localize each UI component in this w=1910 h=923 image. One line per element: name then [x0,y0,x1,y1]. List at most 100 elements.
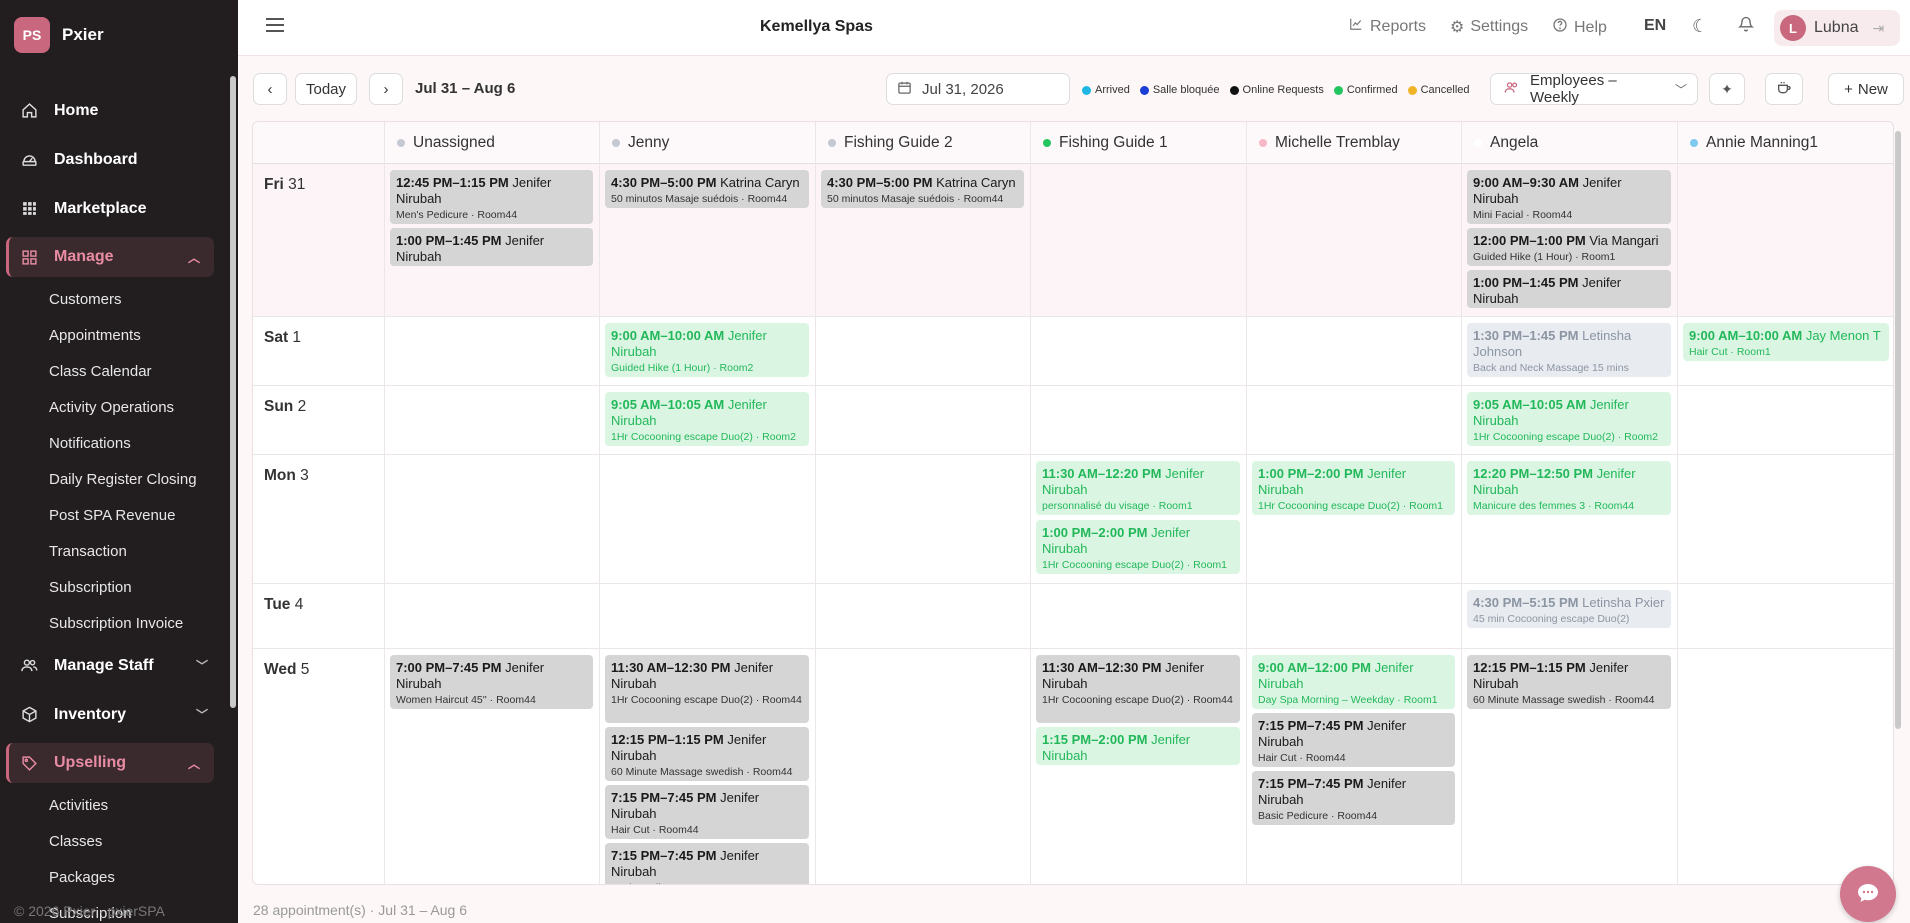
hamburger-menu-icon[interactable] [266,18,284,32]
sidebar-subitem-activity-operations[interactable]: Activity Operations [0,389,222,425]
language-selector[interactable]: EN [1644,17,1666,35]
appointment-card[interactable]: 9:05 AM–10:05 AM Jenifer Nirubah 1Hr Coco… [1467,392,1671,446]
sidebar-scrollbar[interactable] [230,76,236,708]
reports-link[interactable]: Reports [1348,17,1426,36]
appointment-card[interactable]: 9:00 AM–9:30 AM Jenifer Nirubah Mini Faci… [1467,170,1671,224]
appointment-card[interactable]: 7:15 PM–7:45 PM Jenifer Nirubah Hair Cut … [1252,713,1455,767]
employee-column-header[interactable]: Fishing Guide 1 [1030,122,1246,164]
appointment-service: 50 minutos Masaje suédois · Room44 [827,193,1004,205]
appointment-title: 9:00 AM–12:00 PM Jenifer Nirubah [1258,660,1449,692]
sidebar-subitem-daily-register-closing[interactable]: Daily Register Closing [0,461,222,497]
employee-column-header[interactable]: Angela [1461,122,1677,164]
sidebar-subitem-customers[interactable]: Customers [0,281,222,317]
sidebar-subitem-class-calendar[interactable]: Class Calendar [0,353,222,389]
day-date: 3 [295,467,309,484]
sidebar-subitem-activities[interactable]: Activities [0,787,222,823]
appointment-card[interactable]: 7:15 PM–7:45 PM Jenifer NirubahBasic Ped… [605,843,809,884]
employee-name: Angela [1490,134,1539,151]
employee-column-header[interactable]: Fishing Guide 2 [815,122,1030,164]
appointment-card[interactable]: 11:30 AM–12:30 PM Jenifer Nirubah 1Hr Coc… [605,655,809,723]
sidebar-item-inventory[interactable]: Inventory ﹀ [0,690,222,739]
sidebar-subitem-subscription[interactable]: Subscription [0,569,222,605]
chevron-left-icon: ‹ [267,80,273,98]
sidebar-item-manage[interactable]: Manage ︿ [6,237,214,277]
appointment-card[interactable]: 1:15 PM–2:00 PM Jenifer NirubahWomen Hai… [1036,727,1240,765]
sidebar-item-label: Manage Staff [54,656,154,674]
sidebar-subitem-post-spa-revenue[interactable]: Post SPA Revenue [0,497,222,533]
appointment-title: 1:00 PM–2:00 PM Jenifer Nirubah [1042,525,1234,557]
appointment-card[interactable]: 7:00 PM–7:45 PM Jenifer Nirubah Women Hai… [390,655,593,709]
settings-link[interactable]: ⚙ Settings [1450,17,1528,37]
sidebar-item-label: Dashboard [54,150,138,168]
sidebar-item-manage-staff[interactable]: Manage Staff ﹀ [0,641,222,690]
bell-icon[interactable] [1737,15,1755,37]
sidebar-item-dashboard[interactable]: Dashboard [0,135,222,184]
appointment-card[interactable]: 7:15 PM–7:45 PM Jenifer NirubahBasic Ped… [1252,771,1455,825]
theme-toggle-icon[interactable]: ☾ [1692,16,1708,37]
appointment-card[interactable]: 12:15 PM–1:15 PM Jenifer Nirubah 60 Minut… [1467,655,1671,709]
appointment-card[interactable]: 9:00 AM–10:00 AM Jay Menon T Hair Cut · R… [1683,323,1889,361]
prev-week-button[interactable]: ‹ [253,73,287,105]
appointment-service: Mini Facial · Room44 [1473,209,1573,221]
employee-column-header[interactable]: Jenny [599,122,815,164]
sidebar-item-home[interactable]: Home [0,86,222,135]
appointment-card[interactable]: 11:30 AM–12:30 PM Jenifer Nirubah 1Hr Coc… [1036,655,1240,723]
date-picker-input[interactable]: Jul 31, 2026 [886,73,1070,105]
appointment-service: personnalisé du visage · Room1 [1042,500,1193,512]
appointment-card[interactable]: 4:30 PM–5:00 PM Katrina Caryn 50 minutos … [605,170,809,208]
appointment-card[interactable]: 9:05 AM–10:05 AM Jenifer Nirubah 1Hr Coco… [605,392,809,446]
legend-label: Salle bloquée [1152,84,1220,96]
appointment-card[interactable]: 9:00 AM–12:00 PM Jenifer Nirubah Day Spa … [1252,655,1455,709]
calendar-scrollbar[interactable] [1895,131,1901,729]
appointment-card[interactable]: 9:00 AM–10:00 AM Jenifer Nirubah Guided H… [605,323,809,377]
user-menu[interactable]: L Lubna ⇥ [1774,10,1900,46]
users-icon [20,657,38,675]
appointment-card[interactable]: 4:30 PM–5:15 PM Letinsha Pxier 45 min Coc… [1467,590,1671,628]
day-label: Wed 5 [264,661,309,679]
appointment-card[interactable]: 1:30 PM–1:45 PM Letinsha Johnson Back and… [1467,323,1671,377]
sidebar-subitem-transaction[interactable]: Transaction [0,533,222,569]
appointment-title: 4:30 PM–5:15 PM Letinsha Pxier [1473,595,1665,611]
appointment-card[interactable]: 1:00 PM–2:00 PM Jenifer Nirubah 1Hr Cocoo… [1252,461,1455,515]
help-circle-icon [1552,17,1568,38]
employee-column-header[interactable]: Annie Manning1 [1677,122,1893,164]
appointment-card[interactable]: 7:15 PM–7:45 PM Jenifer Nirubah Hair Cut … [605,785,809,839]
ai-sparkle-button[interactable]: ✦ [1709,73,1745,105]
column-divider [384,164,385,884]
status-dot [1229,85,1239,95]
employee-column-header[interactable]: Michelle Tremblay [1246,122,1461,164]
next-week-button[interactable]: › [369,73,403,105]
employee-column-header[interactable]: Unassigned [384,122,599,164]
appointment-card[interactable]: 12:15 PM–1:15 PM Jenifer Nirubah 60 Minut… [605,727,809,781]
coffee-button[interactable] [1765,73,1803,105]
day-date: 2 [293,398,307,415]
sidebar-subitem-subscription-invoice[interactable]: Subscription Invoice [0,605,222,641]
appointment-card[interactable]: 12:00 PM–1:00 PM Via Mangari Guided Hike … [1467,228,1671,266]
new-appointment-button[interactable]: + New [1828,73,1904,105]
today-button[interactable]: Today [295,73,357,105]
sidebar-item-upselling[interactable]: Upselling ︿ [6,743,214,783]
appointment-card[interactable]: 12:20 PM–12:50 PM Jenifer Nirubah Manicur… [1467,461,1671,515]
chart-line-icon [1348,17,1364,36]
view-select[interactable]: Employees – Weekly ﹀ [1490,72,1698,106]
appointment-card[interactable]: 11:30 AM–12:20 PM Jenifer Nirubah personn… [1036,461,1240,515]
sidebar-subitem-classes[interactable]: Classes [0,823,222,859]
appointment-card[interactable]: 1:00 PM–1:45 PM Jenifer NirubahWomen Hai… [1467,270,1671,308]
sidebar-subitem-appointments[interactable]: Appointments [0,317,222,353]
appointment-title: 11:30 AM–12:30 PM Jenifer Nirubah [611,660,803,692]
sidebar-item-marketplace[interactable]: Marketplace [0,184,222,233]
sidebar-item-label: Upselling [54,754,127,771]
sidebar-subitem-packages[interactable]: Packages [0,859,222,895]
appointment-card[interactable]: 1:00 PM–1:45 PM Jenifer NirubahWomen Hai… [390,228,593,266]
appointment-card[interactable]: 12:45 PM–1:15 PM Jenifer Nirubah Men's Pe… [390,170,593,224]
appointment-card[interactable]: 4:30 PM–5:00 PM Katrina Caryn 50 minutos … [821,170,1024,208]
brand[interactable]: PS Pxier [0,0,238,70]
help-link[interactable]: Help [1552,17,1607,38]
sidebar-subitem-notifications[interactable]: Notifications [0,425,222,461]
day-of-week: Wed [264,661,297,678]
chat-button[interactable] [1840,866,1896,922]
logout-icon[interactable]: ⇥ [1873,20,1885,37]
appointment-service: Men's Pedicure · Room44 [396,209,518,221]
appointment-card[interactable]: 1:00 PM–2:00 PM Jenifer Nirubah 1Hr Cocoo… [1036,520,1240,574]
user-name: Lubna [1814,19,1859,36]
